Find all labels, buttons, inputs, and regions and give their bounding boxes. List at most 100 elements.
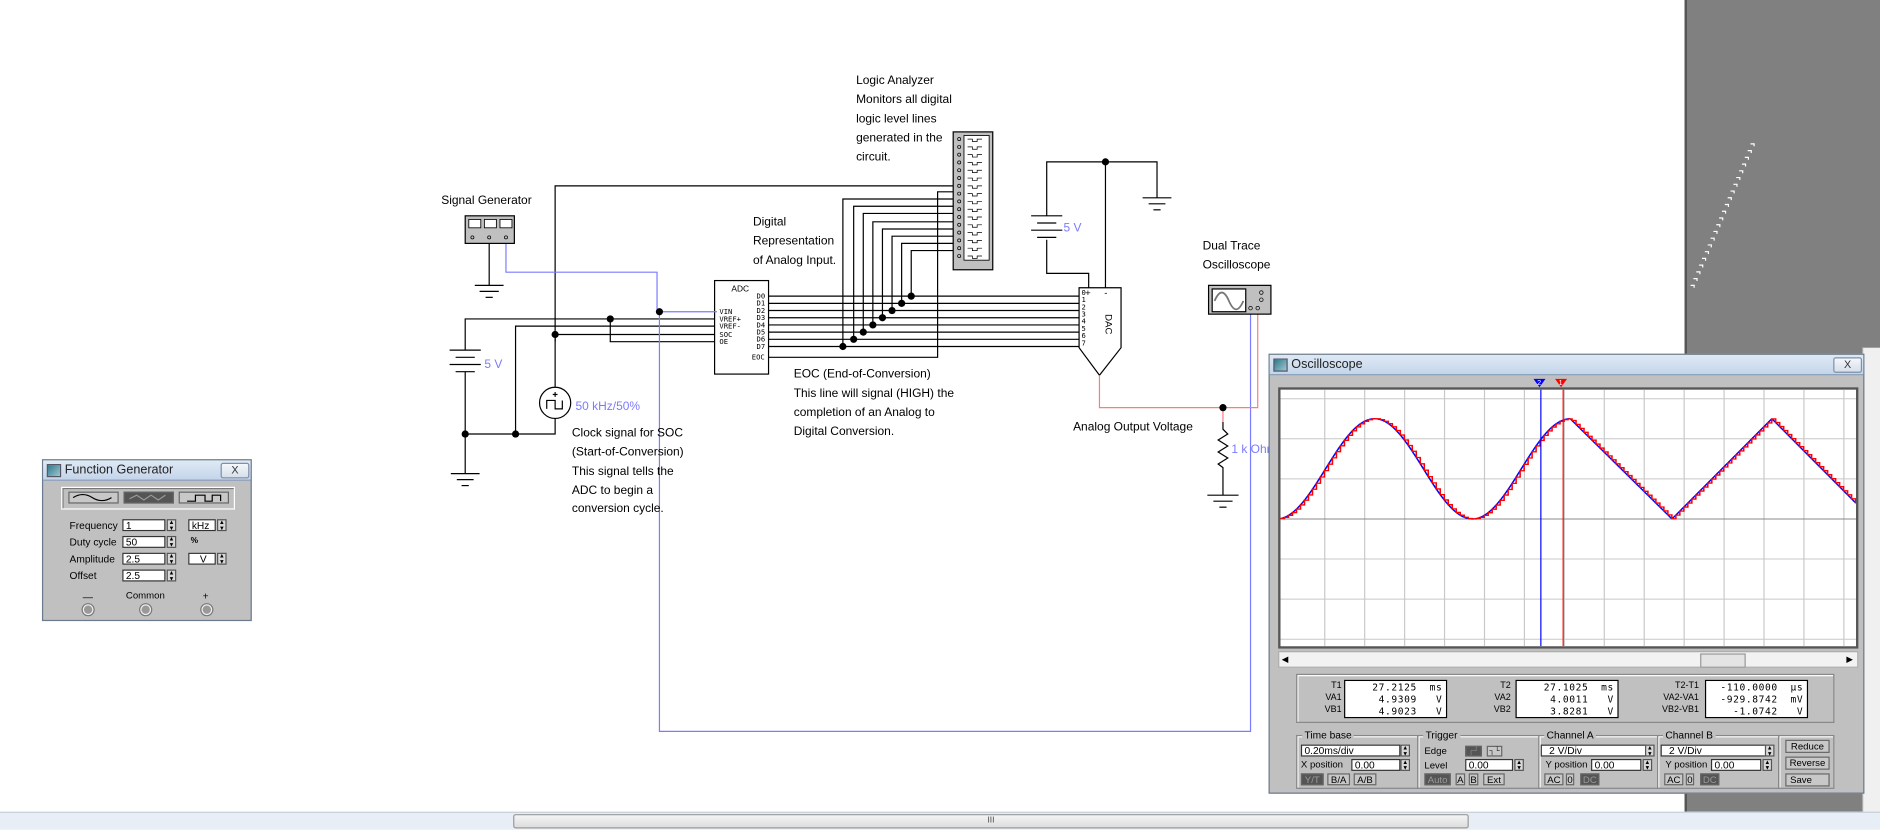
- trigger-level-input[interactable]: 0.00: [1465, 758, 1514, 771]
- clock-label: 50 kHz/50%: [576, 399, 641, 413]
- channel-b-zero-button[interactable]: 0: [1685, 773, 1695, 786]
- duty-cycle-input[interactable]: 50: [122, 535, 166, 548]
- ghost-mark: [1719, 217, 1724, 221]
- duty-cycle-spinner[interactable]: ▲ ▼: [166, 535, 177, 548]
- timebase-title: Time base: [1302, 728, 1355, 741]
- channel-a-dc-button[interactable]: DC: [1580, 773, 1600, 786]
- scroll-right-icon[interactable]: ▶: [1846, 655, 1852, 664]
- ghost-mark: [1724, 203, 1730, 207]
- save-button[interactable]: Save: [1785, 773, 1830, 787]
- amplitude-unit-select[interactable]: V: [188, 552, 216, 565]
- x-position-spinner[interactable]: ▲ ▼: [1400, 758, 1411, 771]
- ghost-mark: [1739, 170, 1744, 174]
- scroll-left-icon[interactable]: ◀: [1282, 655, 1288, 664]
- adc-pin: OE: [719, 337, 728, 346]
- minus-terminal[interactable]: [82, 604, 94, 616]
- signal-generator-symbol[interactable]: [464, 215, 515, 244]
- channel-b-ypos-spinner[interactable]: ▲ ▼: [1762, 758, 1773, 771]
- readout-labels-2: T2 VA2 VB2: [1493, 679, 1511, 715]
- offset-input[interactable]: 2.5: [122, 569, 166, 582]
- square-wave-button[interactable]: [178, 491, 230, 504]
- clock-note: ADC to begin a: [572, 483, 654, 497]
- dac-plus: +: [1085, 288, 1091, 299]
- function-generator-titlebar[interactable]: Function Generator X: [43, 460, 251, 481]
- channel-a-ypos-spinner[interactable]: ▲ ▼: [1642, 758, 1653, 771]
- channel-a-ypos-input[interactable]: 0.00: [1591, 758, 1642, 771]
- channel-a-trace: [1280, 418, 1857, 520]
- amplitude-spinner[interactable]: ▲ ▼: [166, 552, 177, 565]
- reduce-button[interactable]: Reduce: [1785, 739, 1830, 753]
- scope-scrollbar[interactable]: ◀ ▶: [1278, 651, 1859, 668]
- trigger-a-button[interactable]: A: [1455, 773, 1466, 786]
- eoc-note: completion of an Analog to: [794, 405, 935, 419]
- trigger-ext-button[interactable]: Ext: [1483, 773, 1505, 786]
- timebase-spinner[interactable]: ▲ ▼: [1400, 744, 1411, 757]
- yt-mode-button[interactable]: Y/T: [1300, 773, 1324, 786]
- plus-terminal[interactable]: [201, 604, 213, 616]
- ghost-mark: [1693, 278, 1698, 282]
- scope-label: Dual Trace: [1203, 238, 1261, 252]
- level-label: Level: [1424, 760, 1448, 771]
- ba-mode-button[interactable]: B/A: [1327, 773, 1351, 786]
- trigger-b-button[interactable]: B: [1468, 773, 1479, 786]
- close-button[interactable]: X: [220, 462, 250, 479]
- duty-cycle-label: Duty cycle: [69, 535, 117, 548]
- channel-b-scale-select[interactable]: 2 V/Div: [1660, 744, 1769, 757]
- triangle-wave-button[interactable]: [123, 491, 174, 504]
- ghost-mark: [1741, 163, 1747, 167]
- function-generator-window: Function Generator X Frequency 1 ▲ ▼ kHz …: [41, 459, 252, 622]
- channel-a-ac-button[interactable]: AC: [1544, 773, 1564, 786]
- channel-a-scale-select[interactable]: 2 V/Div: [1540, 744, 1649, 757]
- sine-icon: [72, 493, 112, 502]
- channel-b-dc-button[interactable]: DC: [1700, 773, 1720, 786]
- scope-scrollbar-thumb[interactable]: [1700, 653, 1746, 668]
- ghost-mark: [1744, 156, 1749, 160]
- x-position-input[interactable]: 0.00: [1351, 758, 1401, 771]
- dac-title: DAC: [1102, 314, 1113, 334]
- reverse-button[interactable]: Reverse: [1785, 756, 1830, 770]
- ghost-mark: [1704, 251, 1710, 255]
- offset-spinner[interactable]: ▲ ▼: [166, 569, 177, 582]
- scope-screen[interactable]: [1278, 387, 1859, 649]
- frequency-input[interactable]: 1: [122, 519, 166, 532]
- scrollbar-thumb[interactable]: III: [513, 814, 1469, 829]
- eoc-note: This line will signal (HIGH) the: [794, 386, 955, 400]
- edge-label: Edge: [1424, 745, 1447, 757]
- frequency-label: Frequency: [69, 519, 118, 532]
- rising-edge-button[interactable]: ┌┘: [1465, 745, 1482, 757]
- amplitude-unit-spinner[interactable]: ▲ ▼: [217, 552, 227, 565]
- trigger-level-spinner[interactable]: ▲ ▼: [1514, 758, 1524, 771]
- timebase-select[interactable]: 0.20ms/div: [1300, 744, 1401, 757]
- oscilloscope-titlebar[interactable]: Oscilloscope X: [1269, 354, 1864, 376]
- common-terminal[interactable]: [140, 604, 152, 616]
- channel-b-ac-button[interactable]: AC: [1664, 773, 1684, 786]
- ghost-mark: [1713, 230, 1718, 234]
- falling-edge-button[interactable]: ┐└: [1486, 745, 1503, 757]
- frequency-unit-spinner[interactable]: ▲ ▼: [217, 519, 227, 532]
- channel-b-scale-spinner[interactable]: ▲ ▼: [1764, 744, 1775, 757]
- clock-note: conversion cycle.: [572, 501, 664, 515]
- logic-analyzer-symbol[interactable]: [952, 131, 994, 271]
- ab-mode-button[interactable]: A/B: [1353, 773, 1377, 786]
- sine-wave-button[interactable]: [68, 491, 119, 504]
- duty-cycle-unit: %: [190, 537, 199, 546]
- common-terminal-label: Common: [125, 589, 165, 601]
- channel-a-scale-spinner[interactable]: ▲ ▼: [1645, 744, 1655, 757]
- channel-a-zero-button[interactable]: 0: [1565, 773, 1575, 786]
- horizontal-scrollbar[interactable]: III: [0, 811, 1880, 830]
- frequency-spinner[interactable]: ▲ ▼: [166, 519, 177, 532]
- readout-labels-3: T2-T1 VA2-VA1 VB2-VB1: [1661, 679, 1699, 715]
- signal-generator-label: Signal Generator: [441, 193, 531, 207]
- amplitude-input[interactable]: 2.5: [122, 552, 166, 565]
- window-title: Function Generator: [64, 462, 174, 478]
- channel-b-ypos-input[interactable]: 0.00: [1710, 758, 1762, 771]
- trigger-auto-button[interactable]: Auto: [1424, 773, 1451, 786]
- vertical-scrollbar[interactable]: [1862, 347, 1880, 812]
- close-button[interactable]: X: [1833, 357, 1863, 373]
- ghost-mark: [1736, 176, 1741, 180]
- frequency-unit-select[interactable]: kHz: [188, 519, 216, 532]
- wires: [449, 161, 1239, 508]
- ghost-mark: [1747, 150, 1752, 154]
- dac-pin: 7: [1081, 338, 1085, 347]
- oscilloscope-symbol[interactable]: [1207, 284, 1272, 315]
